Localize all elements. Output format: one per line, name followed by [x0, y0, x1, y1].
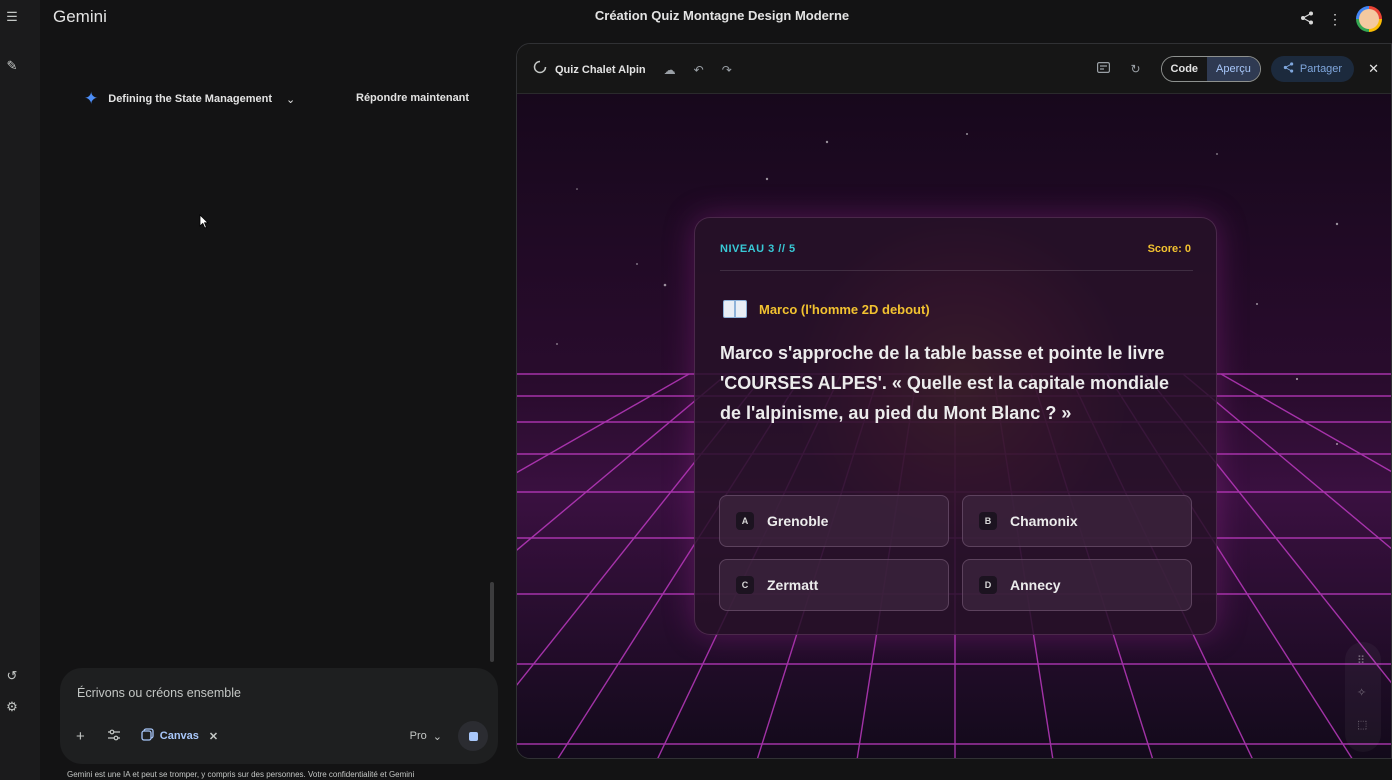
- undo-icon[interactable]: ↶: [694, 63, 704, 77]
- stop-button[interactable]: [458, 721, 488, 751]
- grid-icon[interactable]: ⠿: [1357, 654, 1365, 667]
- answer-option-d[interactable]: D Annecy: [962, 559, 1192, 611]
- canvas-side-tools: ⠿ ✧ ⬚: [1345, 642, 1381, 752]
- stop-icon: [468, 731, 478, 741]
- answer-option-b[interactable]: B Chamonix: [962, 495, 1192, 547]
- canvas-label: Canvas: [159, 730, 199, 742]
- conversation-title: Création Quiz Montagne Design Moderne: [594, 8, 850, 23]
- share-label: Partager: [1299, 63, 1343, 75]
- share-button[interactable]: Partager: [1270, 56, 1355, 82]
- close-icon[interactable]: ✕: [1368, 61, 1379, 77]
- settings-icon[interactable]: ⚙: [5, 699, 19, 714]
- avatar[interactable]: [1356, 6, 1382, 32]
- gemini-app: ☰ ✎ ↺ ⚙ Gemini Création Quiz Montagne De…: [0, 0, 1392, 780]
- chat-scrollbar[interactable]: [490, 582, 494, 662]
- left-rail: ☰ ✎ ↺ ⚙: [0, 0, 40, 780]
- quiz-card: NIVEAU 3 // 5 Score: 0 Marco (l'homme 2D…: [694, 217, 1217, 635]
- answer-now-button[interactable]: Répondre maintenant: [356, 92, 469, 104]
- score-badge: Score: 0: [1147, 243, 1191, 255]
- thinking-toggle[interactable]: ✦ Defining the State Management ⌄: [84, 89, 295, 109]
- select-element-icon[interactable]: ⬚: [1357, 718, 1367, 731]
- chevron-down-icon: ⌄: [286, 93, 296, 106]
- sparkle-icon: ✦: [84, 89, 99, 108]
- console-icon[interactable]: [1097, 62, 1111, 76]
- code-tab[interactable]: Code: [1161, 57, 1208, 81]
- loading-icon: [533, 60, 547, 79]
- canvas-panel: Quiz Chalet Alpin ☁ ↶ ↷ ↻ Code Aperçu Pa…: [516, 43, 1392, 759]
- divider: [720, 270, 1193, 271]
- prompt-composer: Écrivons ou créons ensemble + Canvas ✕ P…: [60, 668, 498, 764]
- option-key: B: [979, 512, 997, 530]
- cloud-icon[interactable]: ☁: [664, 63, 676, 77]
- preview-tab[interactable]: Aperçu: [1207, 57, 1260, 81]
- option-key: D: [979, 576, 997, 594]
- option-label: Chamonix: [1010, 513, 1078, 529]
- option-label: Zermatt: [767, 577, 819, 593]
- quiz-preview: NIVEAU 3 // 5 Score: 0 Marco (l'homme 2D…: [517, 94, 1391, 758]
- share-icon[interactable]: [1300, 11, 1314, 28]
- canvas-toolbar: Quiz Chalet Alpin ☁ ↶ ↷ ↻ Code Aperçu Pa…: [517, 44, 1391, 94]
- composer-toolbar: + Canvas ✕ Pro ⌄: [76, 721, 488, 751]
- view-mode-toggle: Code Aperçu: [1160, 56, 1261, 82]
- option-key: A: [736, 512, 754, 530]
- option-label: Annecy: [1010, 577, 1061, 593]
- disclaimer-text: Gemini est une IA et peut se tromper, y …: [67, 770, 415, 779]
- answer-option-a[interactable]: A Grenoble: [719, 495, 949, 547]
- mouse-cursor-icon: [199, 214, 209, 229]
- prompt-input[interactable]: Écrivons ou créons ensemble: [77, 686, 241, 700]
- canvas-chip[interactable]: Canvas ✕: [141, 728, 218, 744]
- top-actions: ⋮: [1300, 6, 1382, 32]
- magic-edit-icon[interactable]: ✧: [1357, 686, 1366, 699]
- canvas-name[interactable]: Quiz Chalet Alpin: [555, 64, 646, 76]
- book-icon: [723, 300, 747, 318]
- add-icon[interactable]: +: [76, 728, 85, 745]
- more-vert-icon[interactable]: ⋮: [1328, 11, 1342, 28]
- tools-icon[interactable]: [107, 729, 121, 744]
- option-label: Grenoble: [767, 513, 829, 529]
- share-icon: [1283, 62, 1294, 76]
- refresh-icon[interactable]: ↻: [1130, 62, 1140, 76]
- history-icon[interactable]: ↺: [5, 668, 19, 683]
- chevron-down-icon: ⌄: [432, 730, 442, 743]
- answer-option-c[interactable]: C Zermatt: [719, 559, 949, 611]
- close-icon[interactable]: ✕: [209, 730, 218, 743]
- canvas-icon: [141, 728, 154, 744]
- speaker-row: Marco (l'homme 2D debout): [723, 300, 930, 318]
- thinking-label: Defining the State Management: [108, 93, 273, 105]
- option-key: C: [736, 576, 754, 594]
- question-text: Marco s'approche de la table basse et po…: [720, 343, 1170, 423]
- speaker-name: Marco (l'homme 2D debout): [759, 301, 930, 317]
- model-selector[interactable]: Pro ⌄: [410, 730, 442, 743]
- redo-icon[interactable]: ↷: [722, 63, 732, 77]
- new-chat-icon[interactable]: ✎: [5, 58, 19, 73]
- level-indicator: NIVEAU 3 // 5: [720, 243, 796, 255]
- model-label: Pro: [409, 730, 427, 742]
